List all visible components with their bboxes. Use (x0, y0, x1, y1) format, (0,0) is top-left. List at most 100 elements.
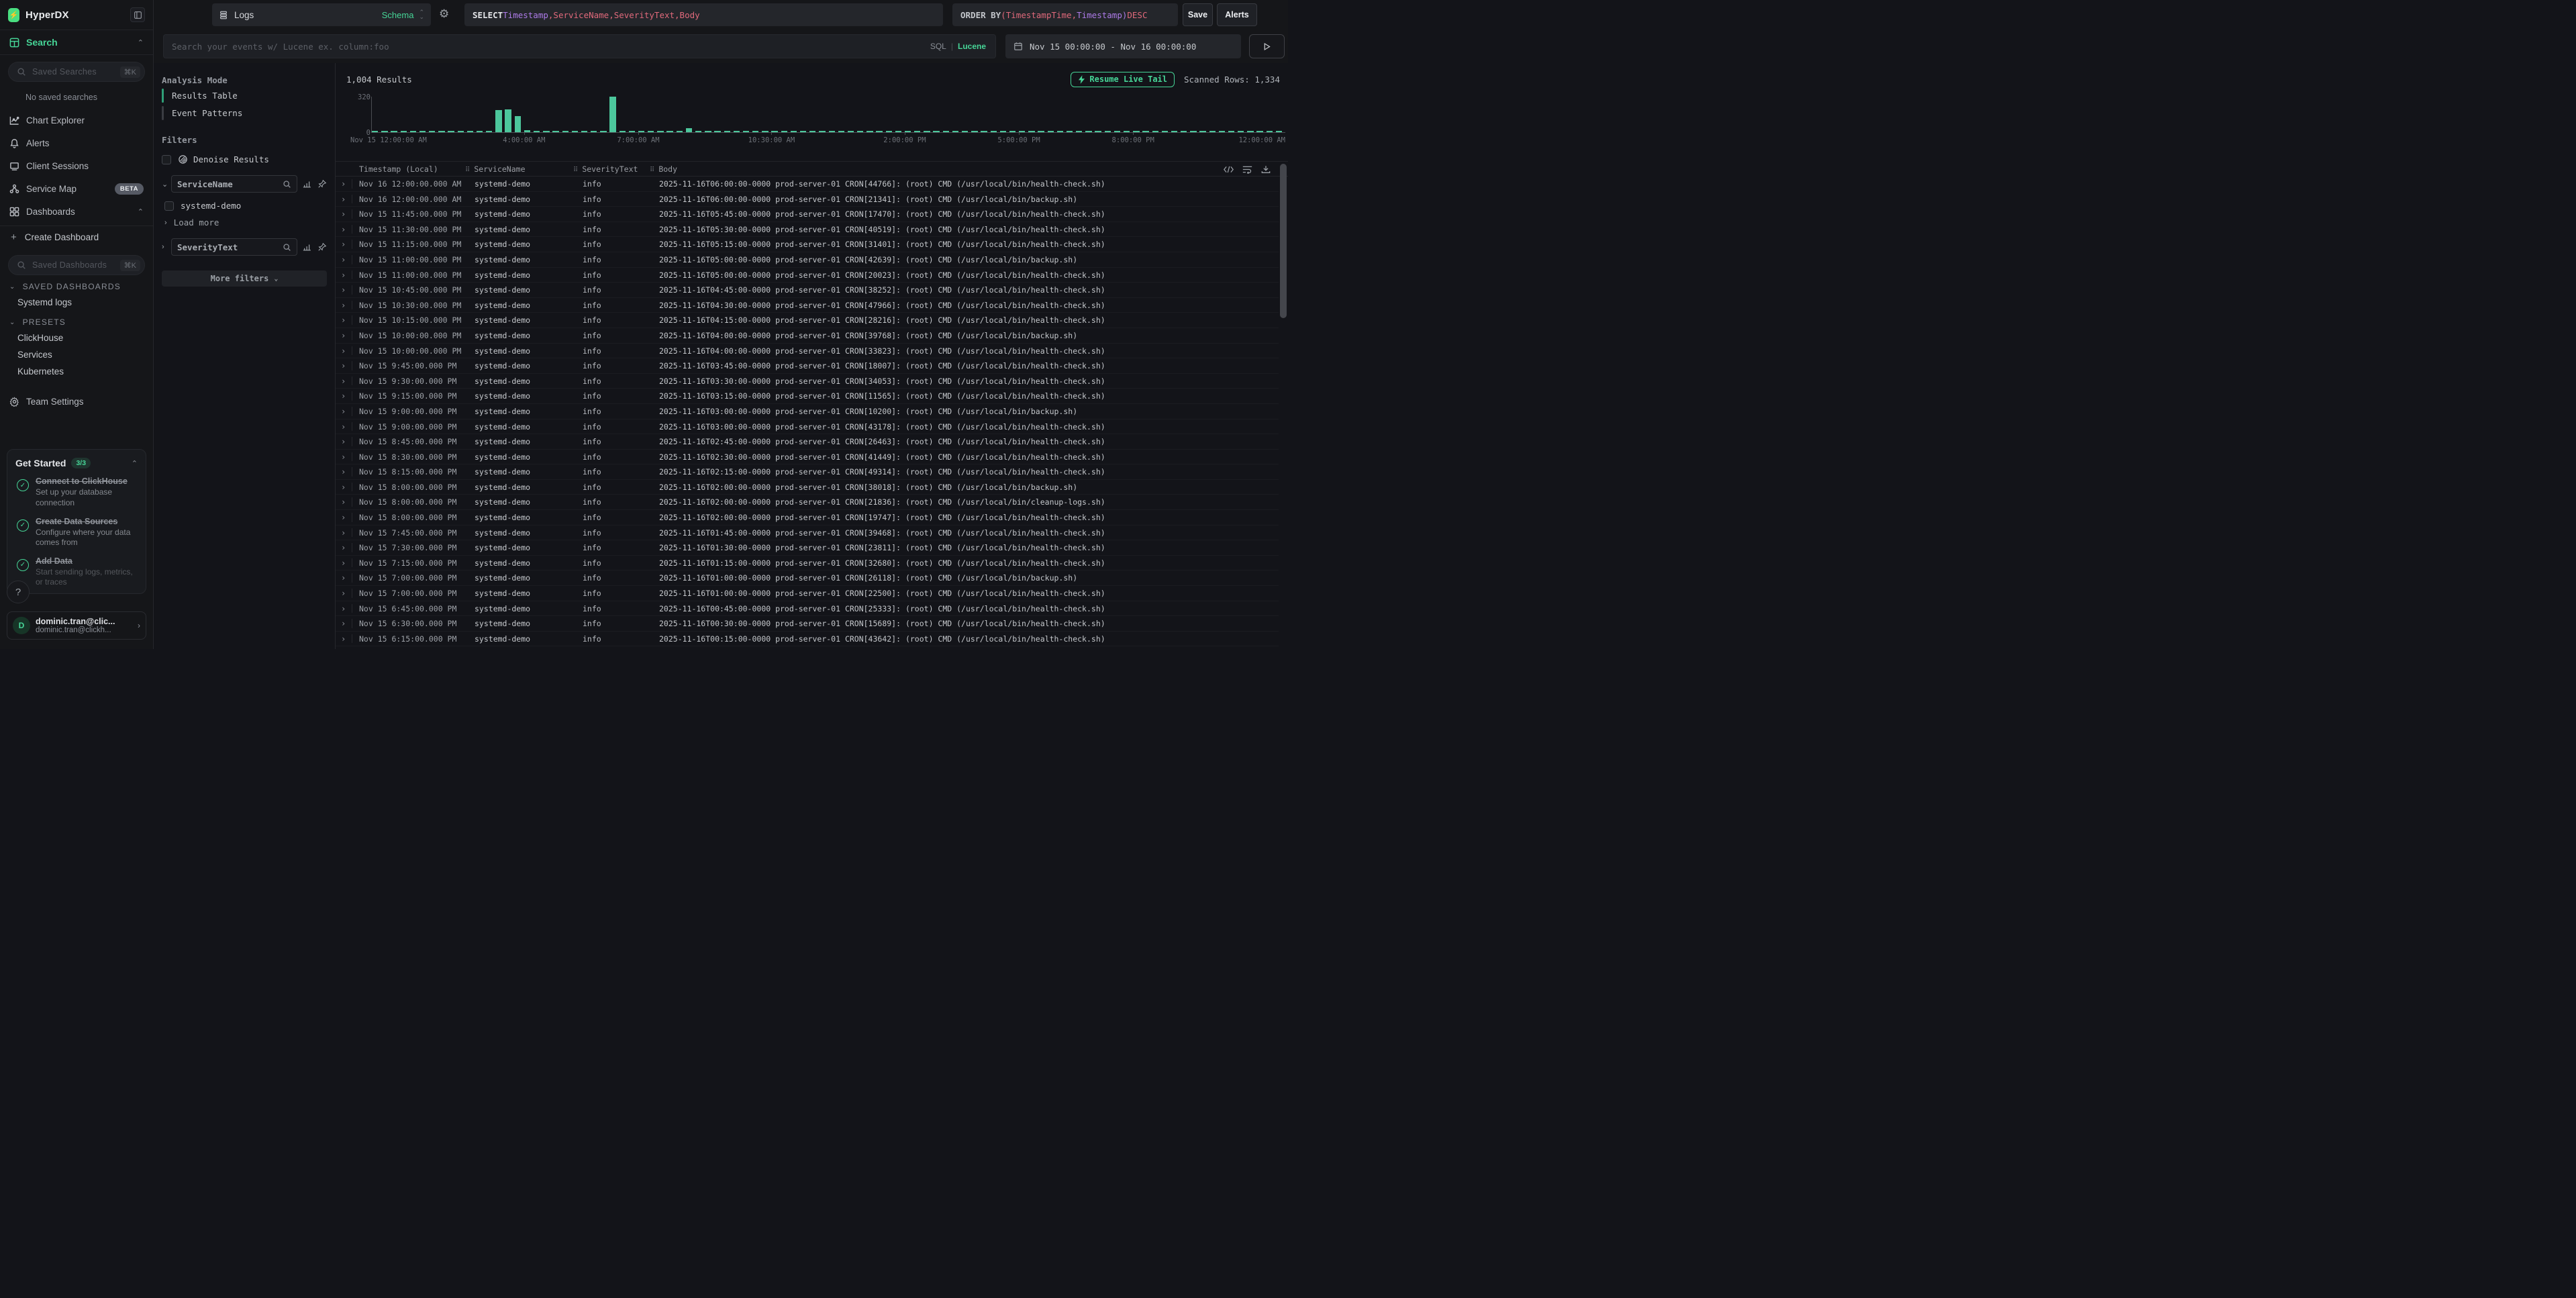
table-row[interactable]: › Nov 15 9:00:00.000 PM systemd-demo inf… (336, 419, 1279, 435)
row-expand-chevron-icon[interactable]: › (341, 252, 346, 267)
histogram-bar[interactable] (981, 131, 987, 132)
denoise-results-toggle[interactable]: Denoise Results (162, 154, 327, 164)
histogram-bar[interactable] (495, 110, 501, 132)
histogram-bar[interactable] (1238, 131, 1244, 132)
histogram-bar[interactable] (933, 131, 939, 132)
histogram-bar[interactable] (391, 131, 397, 132)
row-expand-chevron-icon[interactable]: › (341, 434, 346, 449)
drag-handle-icon[interactable]: ⠿ (650, 166, 654, 174)
row-expand-chevron-icon[interactable]: › (341, 526, 346, 540)
histogram-bar[interactable] (1181, 131, 1187, 132)
histogram-bar[interactable] (1009, 131, 1015, 132)
table-row[interactable]: › Nov 15 11:15:00.000 PM systemd-demo in… (336, 237, 1279, 252)
histogram-bar[interactable] (1019, 131, 1025, 132)
chevron-up-icon[interactable]: ⌃ (132, 459, 138, 468)
row-expand-chevron-icon[interactable]: › (341, 328, 346, 343)
table-row[interactable]: › Nov 15 9:00:00.000 PM systemd-demo inf… (336, 404, 1279, 419)
col-header-servicename[interactable]: ⠿ServiceName (465, 162, 526, 178)
code-icon[interactable] (1224, 165, 1234, 174)
date-range-picker[interactable]: Nov 15 00:00:00 - Nov 16 00:00:00 (1005, 34, 1241, 58)
order-by-input[interactable]: ORDER BY (TimestampTime, Timestamp) DESC (952, 3, 1178, 26)
histogram-bar[interactable] (991, 131, 997, 132)
histogram-bar[interactable] (1228, 131, 1234, 132)
table-row[interactable]: › Nov 15 10:15:00.000 PM systemd-demo in… (336, 313, 1279, 328)
sidebar-item-systemd-logs[interactable]: Systemd logs (0, 294, 153, 311)
histogram-bar[interactable] (1028, 131, 1034, 132)
histogram-bar[interactable] (1142, 131, 1148, 132)
histogram-bar[interactable] (1171, 131, 1177, 132)
get-started-step[interactable]: ✓ Add Data Start sending logs, metrics, … (15, 556, 138, 588)
histogram-bar[interactable] (620, 131, 626, 132)
checkbox[interactable] (164, 201, 174, 211)
histogram-bar[interactable] (429, 131, 435, 132)
histogram-bar[interactable] (524, 130, 530, 132)
table-row[interactable]: › Nov 15 9:45:00.000 PM systemd-demo inf… (336, 358, 1279, 374)
histogram-bar[interactable] (419, 131, 426, 132)
drag-handle-icon[interactable]: ⠿ (465, 166, 470, 174)
row-expand-chevron-icon[interactable]: › (341, 570, 346, 585)
histogram-bar[interactable] (600, 131, 606, 132)
create-dashboard-button[interactable]: + Create Dashboard (0, 226, 153, 248)
histogram-bar[interactable] (1114, 131, 1120, 132)
histogram-bar[interactable] (534, 131, 540, 132)
histogram-bar[interactable] (866, 131, 873, 132)
text-wrap-icon[interactable] (1242, 165, 1252, 174)
histogram-bar[interactable] (1209, 131, 1216, 132)
bar-chart-icon[interactable] (303, 179, 312, 189)
load-more-button[interactable]: › Load more (164, 217, 327, 228)
filter-value-systemd-demo[interactable]: systemd-demo (164, 201, 327, 211)
histogram-bar[interactable] (695, 131, 701, 132)
histogram-bar[interactable] (971, 131, 977, 132)
sidebar-item-chart-explorer[interactable]: Chart Explorer (0, 109, 153, 132)
row-expand-chevron-icon[interactable]: › (341, 298, 346, 313)
alerts-button[interactable]: Alerts (1217, 3, 1257, 26)
histogram-bar[interactable] (686, 128, 692, 132)
col-header-body[interactable]: ⠿Body (650, 162, 677, 178)
histogram-bar[interactable] (677, 131, 683, 132)
histogram-bar[interactable] (515, 116, 521, 133)
sidebar-item-client-sessions[interactable]: Client Sessions (0, 154, 153, 177)
search-input[interactable] (164, 42, 930, 52)
sidebar-item-alerts[interactable]: Alerts (0, 132, 153, 154)
download-icon[interactable] (1261, 165, 1271, 174)
histogram-bar[interactable] (1219, 131, 1225, 132)
histogram-bar[interactable] (1000, 131, 1006, 132)
histogram-bar[interactable] (924, 131, 930, 132)
histogram-bar[interactable] (943, 131, 949, 132)
histogram-bar[interactable] (591, 131, 597, 132)
histogram-bar[interactable] (819, 131, 825, 132)
histogram-bar[interactable] (800, 131, 806, 132)
histogram-bar[interactable] (838, 131, 844, 132)
histogram-bar[interactable] (458, 131, 464, 132)
table-row[interactable]: › Nov 15 8:15:00.000 PM systemd-demo inf… (336, 464, 1279, 480)
table-row[interactable]: › Nov 15 11:30:00.000 PM systemd-demo in… (336, 222, 1279, 238)
table-row[interactable]: › Nov 15 11:00:00.000 PM systemd-demo in… (336, 268, 1279, 283)
sidebar-item-search[interactable]: Search ⌃ (0, 30, 153, 55)
row-expand-chevron-icon[interactable]: › (341, 540, 346, 555)
get-started-step[interactable]: ✓ Create Data Sources Configure where yo… (15, 517, 138, 548)
histogram-bar[interactable] (914, 131, 920, 132)
row-expand-chevron-icon[interactable]: › (341, 237, 346, 252)
histogram-bar[interactable] (381, 131, 387, 132)
histogram-bar[interactable] (572, 131, 578, 132)
filter-group-search[interactable]: SeverityText (171, 238, 297, 256)
table-row[interactable]: › Nov 16 12:00:00.000 AM systemd-demo in… (336, 192, 1279, 207)
histogram-bar[interactable] (638, 131, 644, 132)
row-expand-chevron-icon[interactable]: › (341, 313, 346, 328)
table-scrollbar[interactable] (1280, 164, 1287, 646)
row-expand-chevron-icon[interactable]: › (341, 344, 346, 358)
sidebar-item-team-settings[interactable]: Team Settings (0, 389, 153, 413)
histogram-bar[interactable] (714, 131, 720, 132)
lucene-mode-option[interactable]: Lucene (958, 42, 986, 51)
resume-live-tail-button[interactable]: Resume Live Tail (1071, 72, 1175, 87)
sidebar-item-clickhouse[interactable]: ClickHouse (0, 330, 153, 346)
row-expand-chevron-icon[interactable]: › (341, 480, 346, 495)
row-expand-chevron-icon[interactable]: › (341, 556, 346, 570)
histogram-bar[interactable] (1076, 131, 1082, 132)
saved-searches-input[interactable]: Saved Searches ⌘K (8, 62, 145, 82)
chevron-down-icon[interactable]: ⌄ (162, 180, 171, 189)
histogram-bar[interactable] (771, 131, 777, 132)
sidebar-item-kubernetes[interactable]: Kubernetes (0, 363, 153, 380)
histogram-bar[interactable] (543, 131, 549, 132)
histogram-bar[interactable] (562, 131, 568, 132)
